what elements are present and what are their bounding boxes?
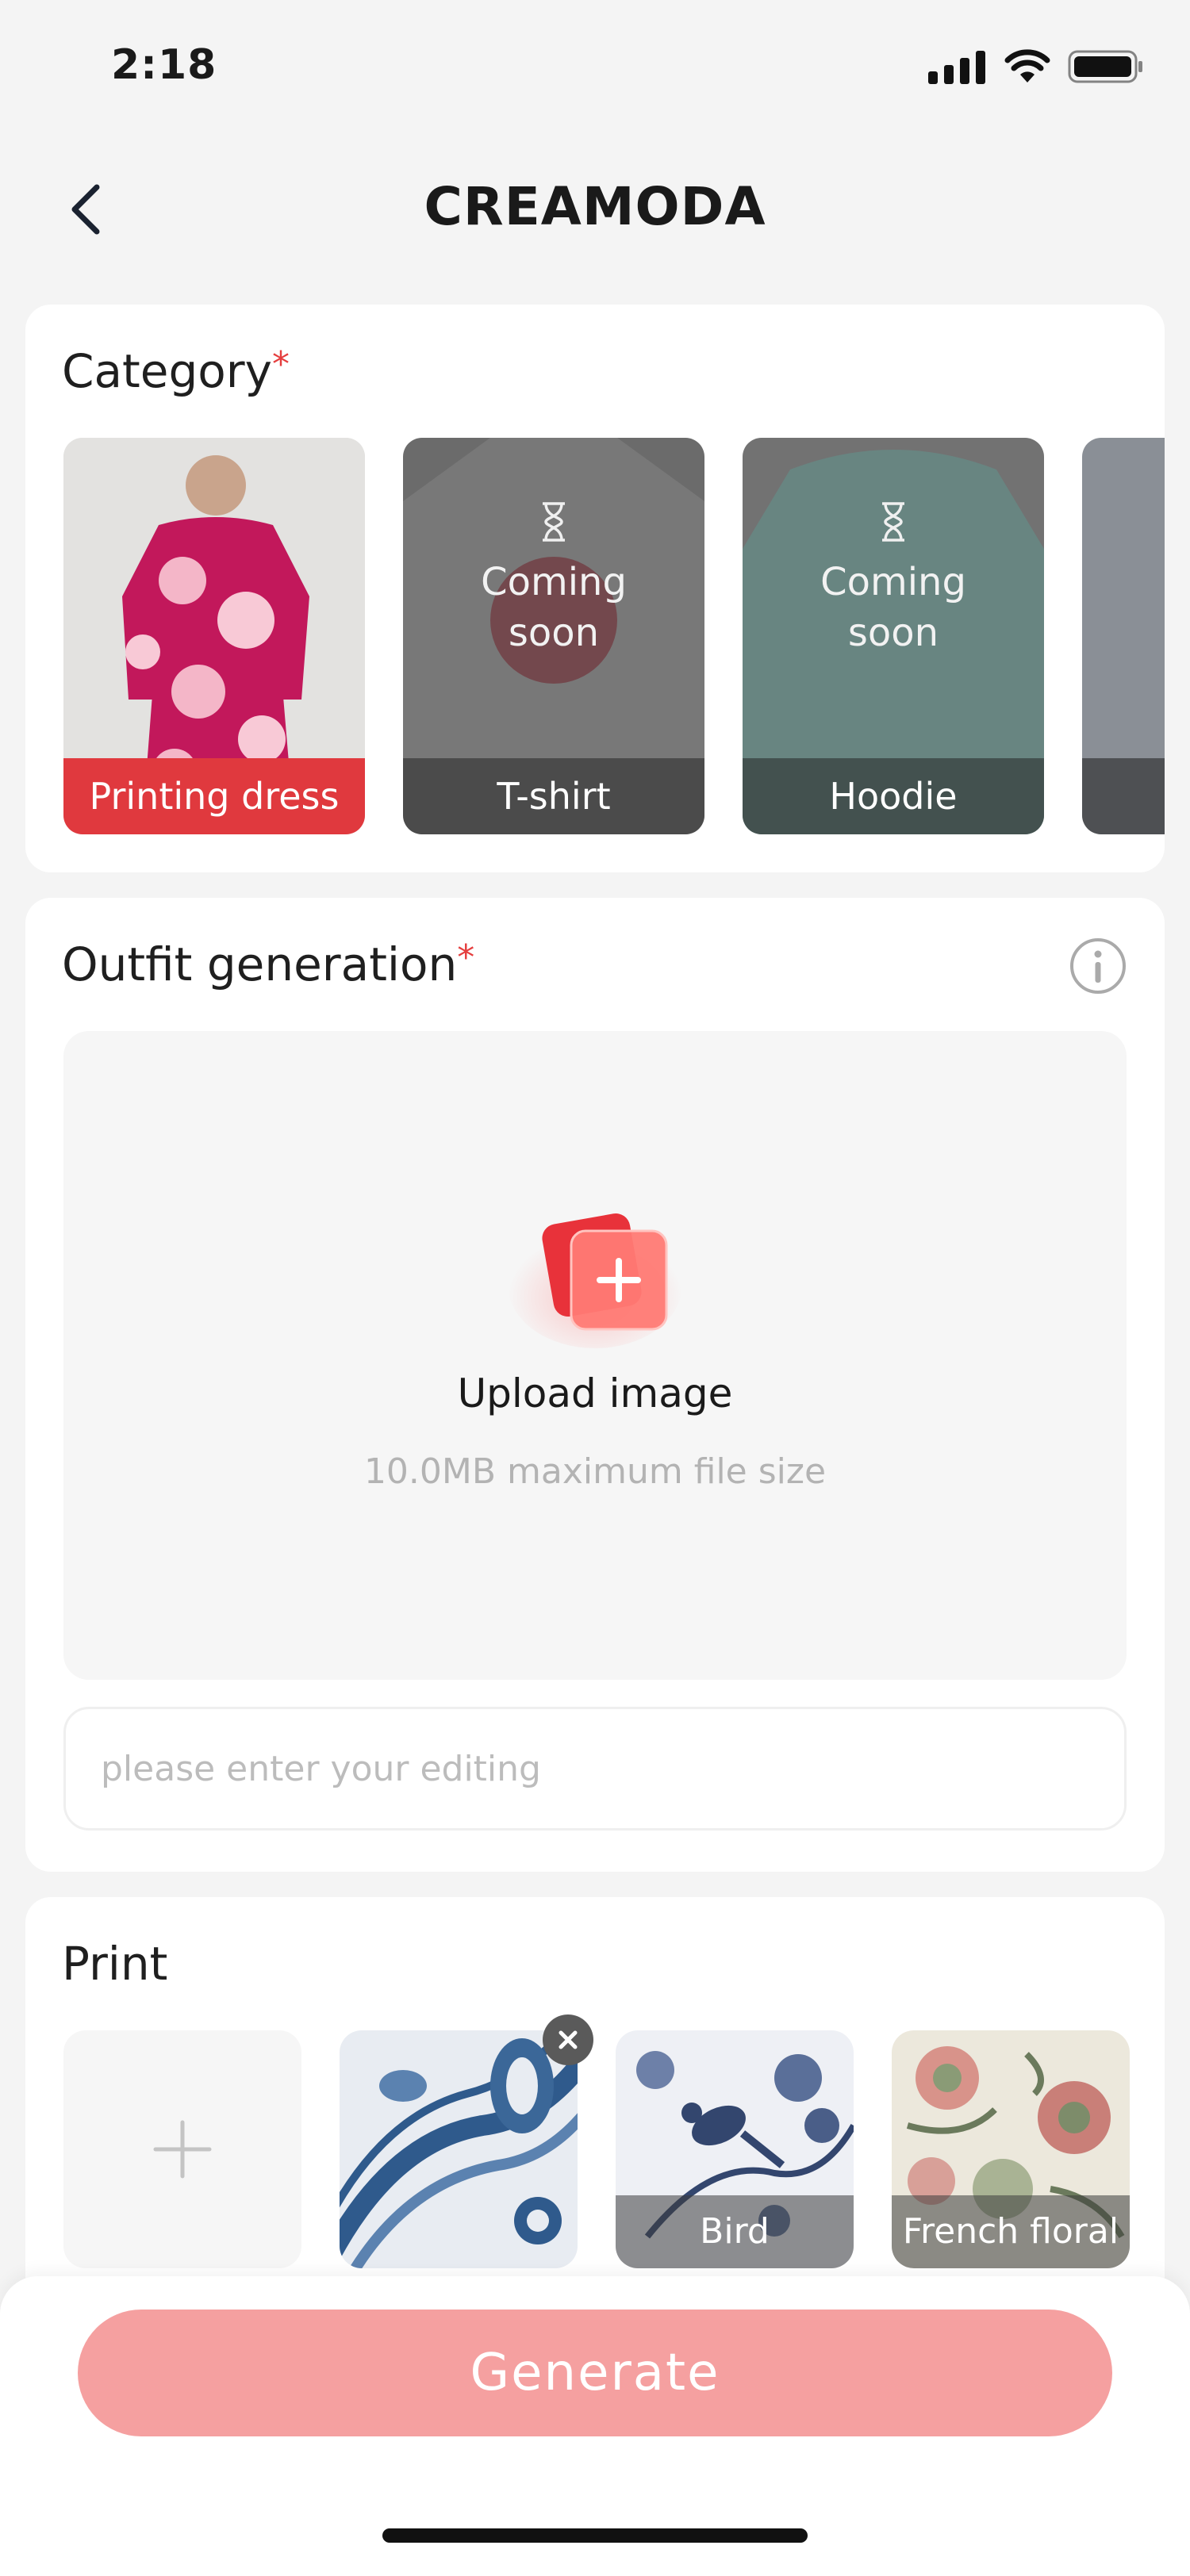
required-mark: * bbox=[271, 344, 290, 385]
print-label: Bird bbox=[616, 2195, 854, 2268]
battery-icon bbox=[1068, 50, 1142, 83]
category-title-text: Category bbox=[62, 344, 272, 398]
print-label: French floral bbox=[892, 2195, 1130, 2268]
print-item-french-floral[interactable]: French floral bbox=[892, 2030, 1130, 2268]
upload-area[interactable]: Upload image 10.0MB maximum file size bbox=[63, 1031, 1127, 1680]
page-title: CREAMODA bbox=[424, 176, 766, 237]
required-mark: * bbox=[457, 937, 475, 978]
paisley-pattern-image bbox=[340, 2030, 578, 2268]
print-item-paisley[interactable] bbox=[340, 2030, 578, 2268]
remove-print-button[interactable] bbox=[543, 2014, 593, 2065]
home-indicator bbox=[382, 2528, 808, 2543]
category-more-partial[interactable] bbox=[1082, 438, 1165, 834]
hourglass-icon bbox=[543, 502, 565, 542]
close-icon bbox=[559, 2030, 578, 2049]
category-label: Printing dress bbox=[63, 758, 365, 834]
generate-button[interactable]: Generate bbox=[78, 2310, 1112, 2436]
signal-icon bbox=[928, 51, 985, 84]
info-icon[interactable] bbox=[1068, 936, 1128, 996]
outfit-title-text: Outfit generation bbox=[62, 937, 458, 991]
add-image-icon bbox=[508, 1213, 682, 1348]
plus-icon bbox=[153, 2120, 212, 2179]
category-t-shirt[interactable]: Coming soon T-shirt bbox=[403, 438, 704, 834]
editing-input[interactable] bbox=[63, 1707, 1127, 1830]
category-printing-dress[interactable]: Printing dress bbox=[63, 438, 365, 834]
coming-soon-text: Coming soon bbox=[820, 560, 966, 655]
category-label: Hoodie bbox=[743, 758, 1044, 834]
print-item-bird[interactable]: Bird bbox=[616, 2030, 854, 2268]
status-time: 2:18 bbox=[111, 41, 217, 89]
hourglass-icon bbox=[882, 502, 904, 542]
outfit-title: Outfit generation* bbox=[62, 937, 474, 991]
add-print-button[interactable] bbox=[63, 2030, 301, 2268]
category-hoodie[interactable]: Coming soon Hoodie bbox=[743, 438, 1044, 834]
status-icons bbox=[928, 49, 1144, 84]
upload-hint: 10.0MB maximum file size bbox=[363, 1451, 827, 1492]
print-title: Print bbox=[62, 1937, 168, 1991]
category-label: T-shirt bbox=[403, 758, 704, 834]
category-title: Category* bbox=[62, 344, 290, 398]
wifi-icon bbox=[1004, 49, 1050, 82]
coming-soon-text: Coming soon bbox=[481, 560, 627, 655]
upload-label: Upload image bbox=[457, 1370, 733, 1416]
